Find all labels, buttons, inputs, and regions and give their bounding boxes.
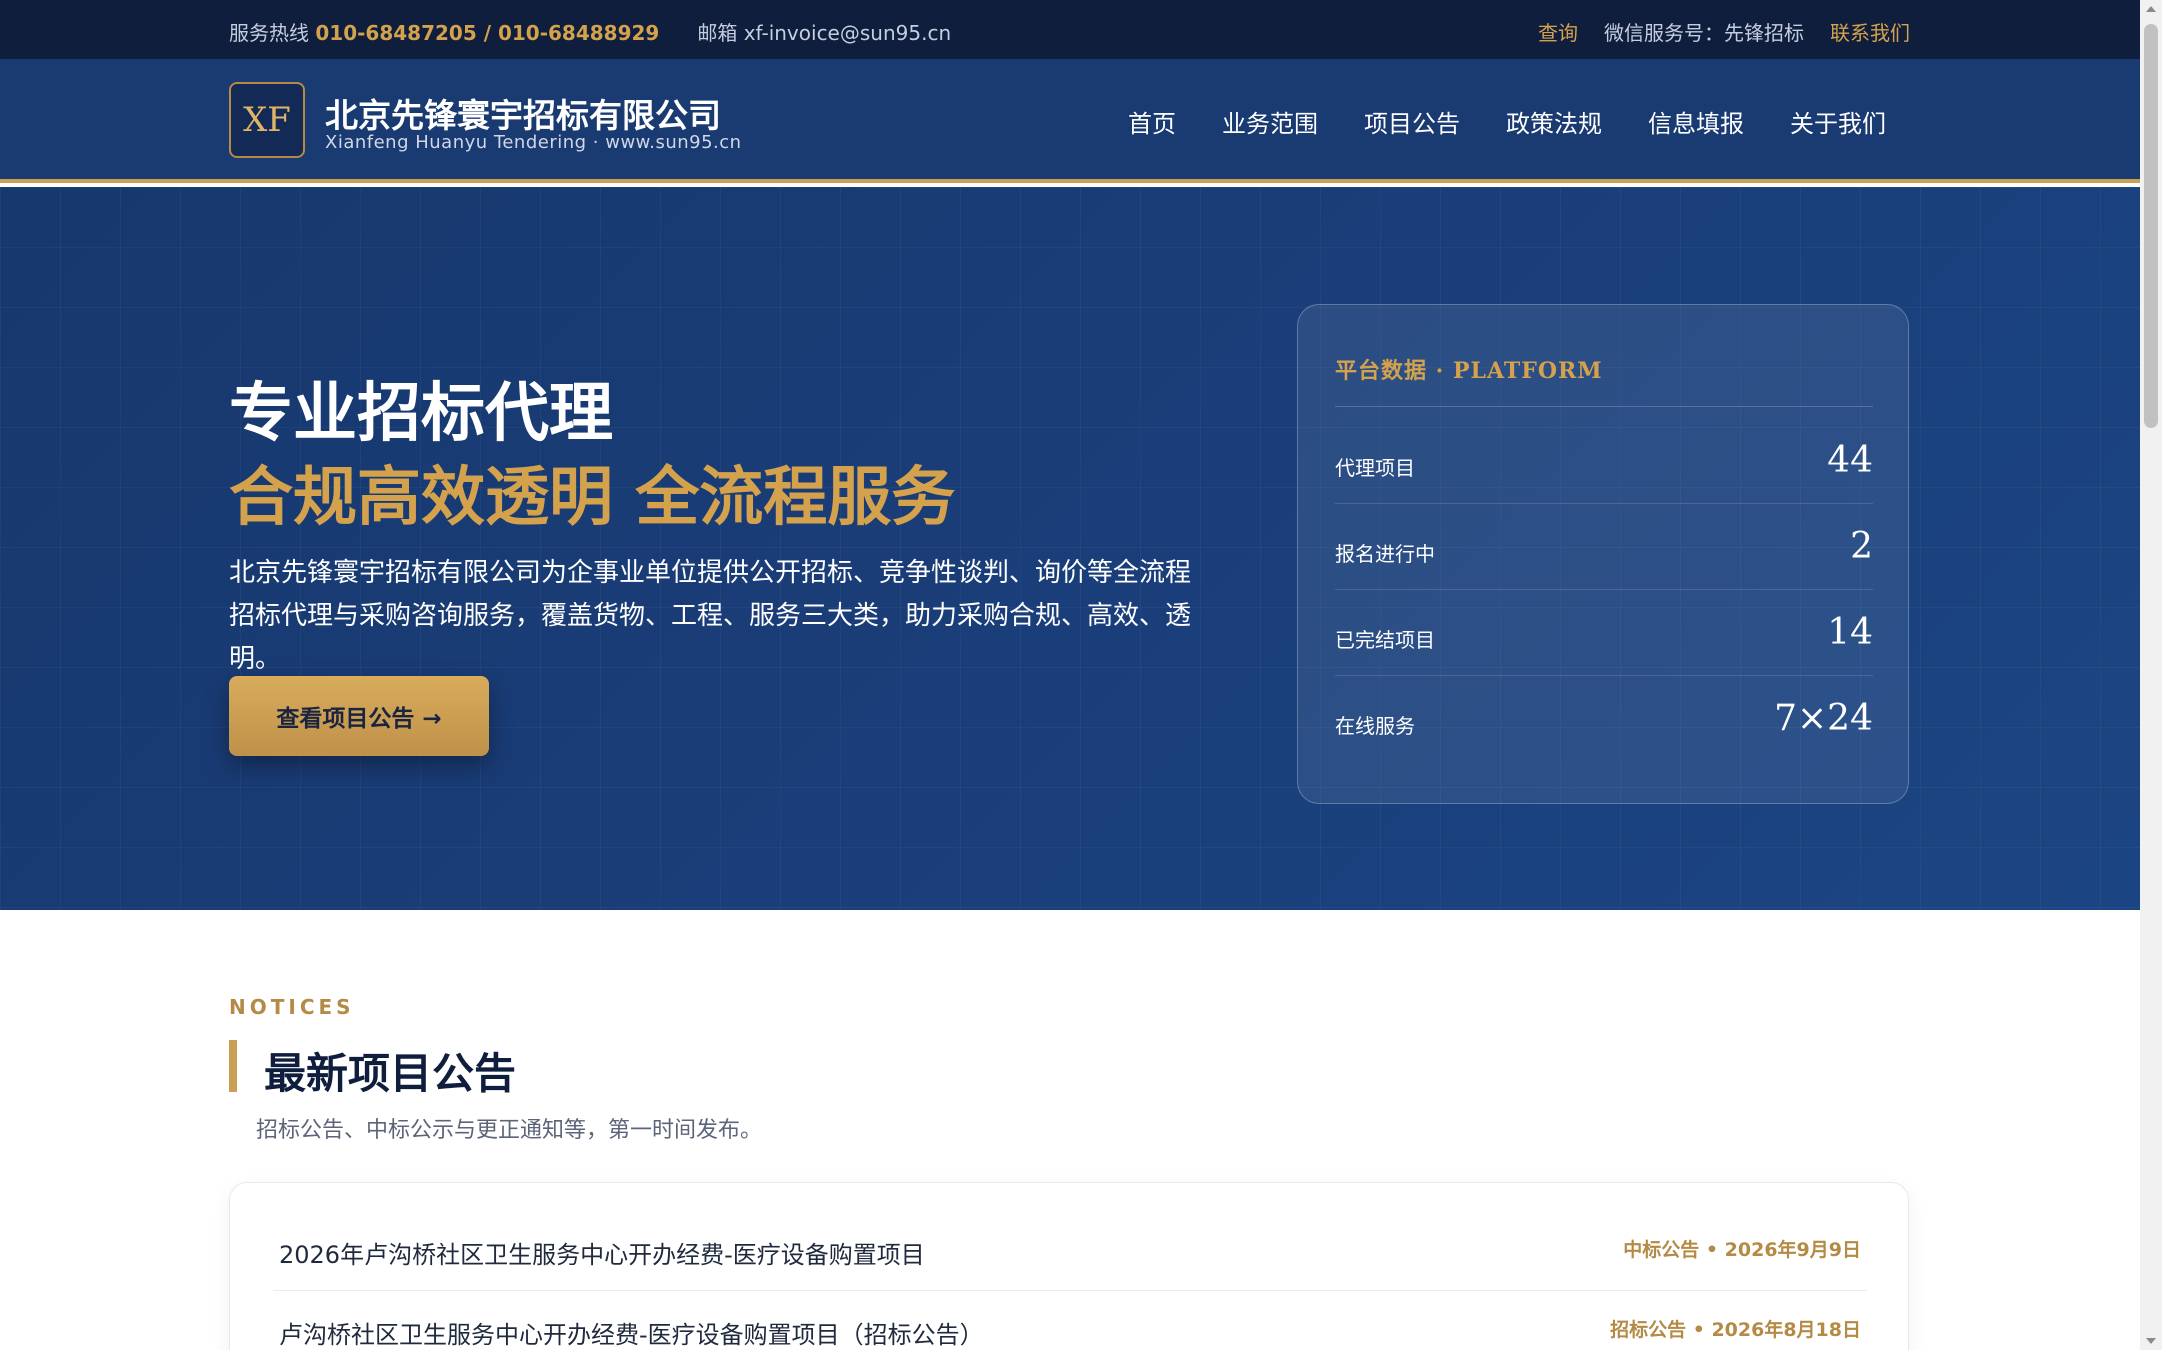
list-item[interactable]: 2026年卢沟桥社区卫生服务中心开办经费-医疗设备购置项目 中标公告 • 202…	[273, 1211, 1867, 1291]
nav-item-info-submit[interactable]: 信息填报	[1648, 104, 1744, 139]
scroll-down-arrow-icon[interactable]	[2146, 1338, 2156, 1344]
scrollbar-thumb[interactable]	[2144, 24, 2158, 428]
query-link[interactable]: 查询	[1538, 17, 1578, 46]
top-bar-links: 查询 微信服务号：先锋招标 联系我们	[1538, 17, 1910, 46]
stat-value: 44	[1827, 440, 1873, 481]
view-notices-button[interactable]: 查看项目公告 →	[229, 676, 489, 756]
stats-title: 平台数据 · PLATFORM	[1335, 353, 1873, 407]
stat-label: 在线服务	[1335, 714, 1415, 738]
logo[interactable]: XF	[229, 82, 305, 158]
nav-item-about[interactable]: 关于我们	[1790, 104, 1886, 139]
hotline-label: 服务热线	[229, 21, 309, 45]
stat-value: 14	[1827, 612, 1873, 653]
list-item[interactable]: 卢沟桥社区卫生服务中心开办经费-医疗设备购置项目（招标公告） 招标公告 • 20…	[273, 1291, 1867, 1350]
stat-row: 报名进行中 2	[1335, 504, 1873, 590]
notices-section-tag: NOTICES	[229, 995, 355, 1019]
hotline: 服务热线 010-68487205 / 010-68488929	[229, 17, 659, 46]
hotline-numbers: 010-68487205 / 010-68488929	[315, 21, 660, 45]
site-header: XF 北京先锋寰宇招标有限公司 Xianfeng Huanyu Tenderin…	[0, 59, 2140, 183]
stat-label: 代理项目	[1335, 456, 1415, 480]
stat-row: 在线服务 7×24	[1335, 676, 1873, 762]
platform-stats-card: 平台数据 · PLATFORM 代理项目 44 报名进行中 2 已完结项目 14…	[1297, 304, 1909, 804]
email: 邮箱 xf-invoice@sun95.cn	[697, 17, 951, 46]
page-scrollbar[interactable]	[2140, 0, 2162, 1350]
notice-title[interactable]: 2026年卢沟桥社区卫生服务中心开办经费-医疗设备购置项目	[279, 1235, 925, 1270]
main-nav: 首页 业务范围 项目公告 政策法规 信息填报 关于我们	[1128, 104, 1886, 139]
notice-meta: 招标公告 • 2026年8月18日	[1610, 1319, 1861, 1341]
wechat-info: 微信服务号：先锋招标	[1604, 21, 1804, 45]
hero-description: 北京先锋寰宇招标有限公司为企事业单位提供公开招标、竞争性谈判、询价等全流程招标代…	[229, 558, 1192, 674]
notices-subtitle: 招标公告、中标公示与更正通知等，第一时间发布。	[256, 1118, 763, 1143]
top-bar: 服务热线 010-68487205 / 010-68488929 邮箱 xf-i…	[0, 0, 2140, 59]
nav-item-policies[interactable]: 政策法规	[1506, 104, 1602, 139]
hero-section: 专业招标代理 合规高效透明 全流程服务 北京先锋寰宇招标有限公司为企事业单位提供…	[0, 187, 2140, 910]
nav-item-project-notices[interactable]: 项目公告	[1364, 104, 1460, 139]
notice-title[interactable]: 卢沟桥社区卫生服务中心开办经费-医疗设备购置项目（招标公告）	[279, 1315, 984, 1350]
nav-item-home[interactable]: 首页	[1128, 104, 1176, 139]
email-label: 邮箱	[697, 21, 738, 45]
top-bar-contact-info: 服务热线 010-68487205 / 010-68488929 邮箱 xf-i…	[229, 17, 951, 46]
stat-row: 代理项目 44	[1335, 418, 1873, 504]
notices-title: 最新项目公告	[264, 1049, 517, 1098]
hero-title: 专业招标代理	[229, 376, 613, 451]
contact-link[interactable]: 联系我们	[1830, 17, 1910, 46]
notices-list: 2026年卢沟桥社区卫生服务中心开办经费-医疗设备购置项目 中标公告 • 202…	[229, 1182, 1909, 1350]
email-address[interactable]: xf-invoice@sun95.cn	[744, 21, 951, 45]
stat-row: 已完结项目 14	[1335, 590, 1873, 676]
company-name[interactable]: 北京先锋寰宇招标有限公司	[325, 89, 721, 137]
stat-value: 2	[1850, 526, 1873, 567]
notices-title-accent	[229, 1040, 237, 1092]
hero-subtitle: 合规高效透明 全流程服务	[229, 460, 956, 535]
nav-item-business-scope[interactable]: 业务范围	[1222, 104, 1318, 139]
stat-label: 报名进行中	[1335, 542, 1435, 566]
scroll-up-arrow-icon[interactable]	[2146, 6, 2156, 12]
company-subtitle: Xianfeng Huanyu Tendering · www.sun95.cn	[325, 132, 742, 153]
notice-meta: 中标公告 • 2026年9月9日	[1623, 1239, 1861, 1261]
stat-label: 已完结项目	[1335, 628, 1435, 652]
stat-value: 7×24	[1774, 698, 1873, 739]
